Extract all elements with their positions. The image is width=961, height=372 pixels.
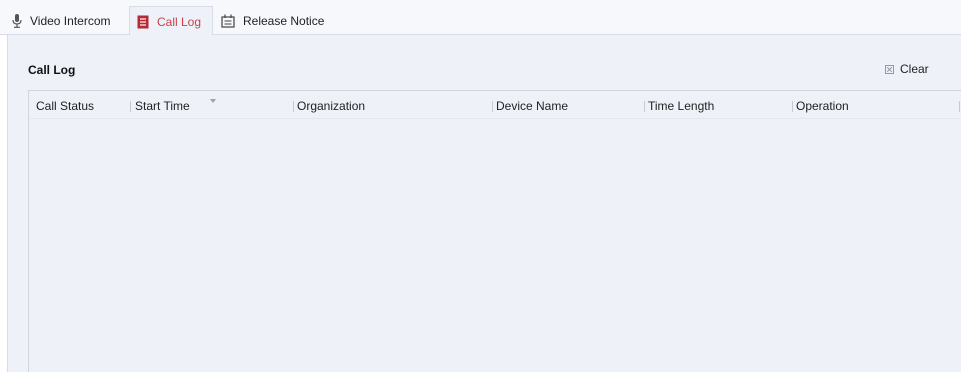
table-body bbox=[29, 119, 961, 372]
tab-video-intercom[interactable]: Video Intercom bbox=[12, 6, 111, 35]
sort-descending-icon bbox=[210, 92, 216, 106]
column-header-call-status[interactable]: Call Status bbox=[36, 99, 94, 113]
clear-button[interactable]: Clear bbox=[885, 62, 929, 76]
document-icon bbox=[137, 15, 149, 29]
panel-title: Call Log bbox=[28, 63, 76, 77]
column-divider[interactable] bbox=[492, 101, 493, 112]
call-log-panel: Call Log Clear Call Status Start Time Or… bbox=[7, 35, 961, 372]
tab-bar: Video Intercom Call Log Release Notice bbox=[0, 0, 961, 36]
column-divider[interactable] bbox=[792, 101, 793, 112]
clear-icon bbox=[885, 64, 894, 74]
column-header-organization[interactable]: Organization bbox=[297, 99, 365, 113]
notice-board-icon bbox=[221, 14, 235, 28]
column-header-device-name[interactable]: Device Name bbox=[496, 99, 568, 113]
column-divider[interactable] bbox=[959, 101, 960, 112]
tab-label: Video Intercom bbox=[30, 13, 111, 28]
column-header-start-time[interactable]: Start Time bbox=[135, 99, 190, 113]
column-divider[interactable] bbox=[293, 101, 294, 112]
tab-release-notice[interactable]: Release Notice bbox=[221, 6, 324, 35]
table-header: Call Status Start Time Organization Devi… bbox=[29, 91, 961, 119]
column-header-operation[interactable]: Operation bbox=[796, 99, 849, 113]
call-log-table: Call Status Start Time Organization Devi… bbox=[28, 90, 961, 372]
tab-label: Call Log bbox=[157, 14, 202, 29]
tab-label: Release Notice bbox=[243, 13, 325, 28]
clear-label: Clear bbox=[900, 62, 929, 76]
column-divider[interactable] bbox=[644, 101, 645, 112]
column-header-time-length[interactable]: Time Length bbox=[648, 99, 714, 113]
tab-call-log[interactable]: Call Log bbox=[129, 6, 214, 36]
microphone-icon bbox=[12, 13, 22, 28]
column-divider[interactable] bbox=[130, 101, 131, 112]
